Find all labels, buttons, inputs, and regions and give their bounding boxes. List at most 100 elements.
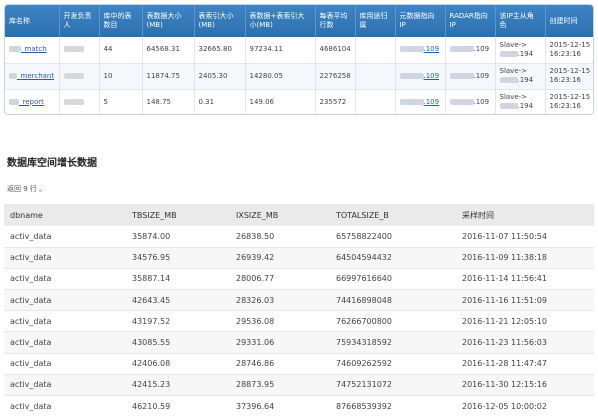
table-row: activ_data 34576.95 26939.42 64504594432 201… bbox=[4, 247, 594, 269]
db-name-cell[interactable]: _match bbox=[5, 37, 60, 64]
radar-ip-cell: .109 bbox=[445, 89, 496, 114]
totalsize-cell: 76266700800 bbox=[330, 310, 456, 333]
col-header-db-name: 库名称 bbox=[5, 5, 60, 37]
tbsize-cell: 35874.00 bbox=[126, 226, 230, 248]
index-size-cell: 2405.30 bbox=[194, 63, 246, 90]
col-header-avg-rows: 每表平均行数 bbox=[315, 5, 356, 37]
data-size-cell: 11874.75 bbox=[142, 63, 195, 90]
meta-ip-cell[interactable]: .109 bbox=[395, 89, 446, 114]
owner-cell bbox=[59, 37, 100, 64]
avg-rows-cell: 235572 bbox=[315, 89, 356, 114]
index-size-cell: 0.31 bbox=[194, 89, 246, 114]
dbname-cell: activ_data bbox=[4, 247, 126, 269]
section-title: 数据库空间增长数据 bbox=[7, 158, 97, 169]
db-name-cell[interactable]: _report bbox=[5, 89, 60, 114]
table-row: activ_data 42406.08 28746.86 74609262592 201… bbox=[4, 353, 594, 375]
table-row: activ_data 35874.00 26838.50 65758822400 201… bbox=[4, 226, 594, 248]
role-cell: Slave-> .194 bbox=[495, 63, 546, 90]
ixsize-cell: 29331.06 bbox=[230, 331, 330, 354]
purpose-cell bbox=[355, 63, 396, 90]
ixsize-cell: 28006.77 bbox=[230, 268, 330, 291]
tbsize-cell: 43085.55 bbox=[126, 331, 230, 354]
dbname-cell: activ_data bbox=[4, 353, 126, 375]
sample-time-cell: 2016-11-30 12:15:16 bbox=[456, 374, 594, 397]
col-header-dbname: dbname bbox=[4, 204, 126, 226]
total-size-cell: 97234.11 bbox=[245, 37, 316, 64]
col-header-purpose: 库用途归属 bbox=[355, 5, 396, 37]
dbname-cell: activ_data bbox=[4, 374, 126, 397]
owner-cell bbox=[59, 89, 100, 114]
sample-time-cell: 2016-11-16 11:51:09 bbox=[456, 289, 594, 312]
col-header-data-size: 表数据大小(MB) bbox=[142, 5, 195, 37]
radar-ip-cell: .109 bbox=[445, 37, 496, 64]
data-size-cell: 148.75 bbox=[142, 89, 195, 114]
total-size-cell: 149.06 bbox=[245, 89, 316, 114]
growth-table-body: activ_data 35874.00 26838.50 65758822400 201… bbox=[4, 226, 594, 416]
col-header-owner: 开发负责人 bbox=[59, 5, 100, 37]
sample-time-cell: 2016-11-09 11:38:18 bbox=[456, 247, 594, 269]
totalsize-cell: 87668539392 bbox=[330, 395, 456, 416]
ixsize-cell: 28746.86 bbox=[230, 353, 330, 375]
dbname-cell: activ_data bbox=[4, 268, 126, 291]
avg-rows-cell: 2276258 bbox=[315, 63, 356, 90]
col-header-ixsize: IXSIZE_MB bbox=[230, 204, 330, 226]
col-header-sample-time: 采样时间 bbox=[456, 204, 594, 226]
tbsize-cell: 42415.23 bbox=[126, 374, 230, 397]
table-count-cell: 10 bbox=[99, 63, 143, 90]
table-row: _merchant 10 11874.75 2405.30 14280.05 2… bbox=[5, 63, 593, 90]
db-summary-table: 库名称 开发负责人 库中的表数目 表数据大小(MB) 表索引大小(MB) 表数据… bbox=[5, 5, 593, 114]
totalsize-cell: 64504594432 bbox=[330, 247, 456, 269]
table-row: activ_data 35887.14 28006.77 66997616640 201… bbox=[4, 268, 594, 291]
totalsize-cell: 74416898048 bbox=[330, 289, 456, 312]
tbsize-cell: 34576.95 bbox=[126, 247, 230, 269]
dbname-cell: activ_data bbox=[4, 310, 126, 333]
tbsize-cell: 43197.52 bbox=[126, 310, 230, 333]
rows-returned-info: 返回 9 行 。 bbox=[7, 185, 47, 193]
sample-time-cell: 2016-11-28 11:47:47 bbox=[456, 353, 594, 375]
col-header-radar-ip: RADAR指向IP bbox=[445, 5, 496, 37]
table-row: activ_data 42643.45 28326.03 74416898048 201… bbox=[4, 289, 594, 312]
purpose-cell bbox=[355, 89, 396, 114]
tbsize-cell: 46210.59 bbox=[126, 395, 230, 416]
role-cell: Slave-> .194 bbox=[495, 89, 546, 114]
totalsize-cell: 65758822400 bbox=[330, 226, 456, 248]
ixsize-cell: 26939.42 bbox=[230, 247, 330, 269]
col-header-total-size: 表数据+表索引大小(MB) bbox=[245, 5, 316, 37]
table-row: activ_data 43197.52 29536.08 76266700800 201… bbox=[4, 310, 594, 333]
role-cell: Slave-> .194 bbox=[495, 37, 546, 64]
col-header-role: 该IP主从角色 bbox=[495, 5, 546, 37]
dbname-cell: activ_data bbox=[4, 331, 126, 354]
sample-time-cell: 2016-11-14 11:56:41 bbox=[456, 268, 594, 291]
avg-rows-cell: 4686104 bbox=[315, 37, 356, 64]
created-cell: 2015-12-15 16:23:16 bbox=[545, 89, 593, 114]
meta-ip-cell[interactable]: .109 bbox=[395, 37, 446, 64]
sample-time-cell: 2016-11-07 11:50:54 bbox=[456, 226, 594, 248]
tbsize-cell: 42406.08 bbox=[126, 353, 230, 375]
dbname-cell: activ_data bbox=[4, 226, 126, 248]
table-count-cell: 5 bbox=[99, 89, 143, 114]
table-row: activ_data 42415.23 28873.95 74752131072 201… bbox=[4, 374, 594, 397]
data-size-cell: 64568.31 bbox=[142, 37, 195, 64]
table-count-cell: 44 bbox=[99, 37, 143, 64]
tbsize-cell: 35887.14 bbox=[126, 268, 230, 291]
owner-cell bbox=[59, 63, 100, 90]
index-size-cell: 32665.80 bbox=[194, 37, 246, 64]
sample-time-cell: 2016-11-21 12:05:10 bbox=[456, 310, 594, 333]
table-row: _report 5 148.75 0.31 149.06 235572 .109… bbox=[5, 89, 593, 114]
col-header-created: 创建时间 bbox=[545, 5, 593, 37]
col-header-meta-ip: 元数据指向IP bbox=[395, 5, 446, 37]
table-row: activ_data 43085.55 29331.06 75934318592 201… bbox=[4, 331, 594, 354]
total-size-cell: 14280.05 bbox=[245, 63, 316, 90]
ixsize-cell: 29536.08 bbox=[230, 310, 330, 333]
created-cell: 2015-12-15 16:23:16 bbox=[545, 63, 593, 90]
col-header-tbsize: TBSIZE_MB bbox=[126, 204, 230, 226]
dbname-cell: activ_data bbox=[4, 289, 126, 312]
growth-header-row: dbname TBSIZE_MB IXSIZE_MB TOTALSIZE_B 采… bbox=[4, 204, 594, 226]
totalsize-cell: 74609262592 bbox=[330, 353, 456, 375]
db-name-cell[interactable]: _merchant bbox=[5, 63, 60, 90]
ixsize-cell: 37396.64 bbox=[230, 395, 330, 416]
meta-ip-cell[interactable]: .109 bbox=[395, 63, 446, 90]
table-row: _match 44 64568.31 32665.80 97234.11 468… bbox=[5, 37, 593, 64]
created-cell: 2015-12-15 16:23:16 bbox=[545, 37, 593, 64]
db-summary-panel: 库名称 开发负责人 库中的表数目 表数据大小(MB) 表索引大小(MB) 表数据… bbox=[4, 4, 594, 115]
